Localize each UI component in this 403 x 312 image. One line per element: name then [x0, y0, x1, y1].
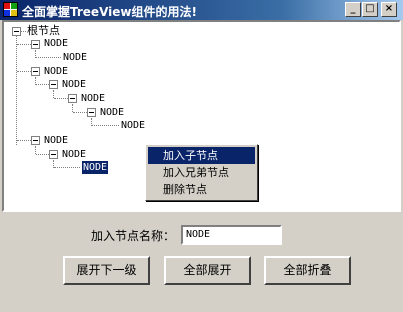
- tree-line: [36, 154, 49, 155]
- menu-item-delete-node[interactable]: 删除节点: [148, 181, 255, 198]
- tree-line: [53, 90, 54, 98]
- menu-item-add-child[interactable]: 加入子节点: [148, 147, 255, 164]
- tree-node[interactable]: NODE: [44, 65, 68, 78]
- tree-node[interactable]: NODE: [81, 92, 105, 105]
- tree-line: [17, 140, 31, 141]
- title-bar[interactable]: 全面掌握TreeView组件的用法! _ □ ×: [0, 0, 403, 20]
- tree-line: [54, 98, 68, 99]
- root-collapse-icon[interactable]: [12, 27, 21, 36]
- tree-node[interactable]: NODE: [62, 78, 86, 91]
- tree-node-selected[interactable]: NODE: [80, 160, 110, 175]
- menu-item-add-sibling[interactable]: 加入兄弟节点: [148, 164, 255, 181]
- tree-node[interactable]: NODE: [62, 148, 86, 161]
- tree-line: [17, 71, 31, 72]
- tree-line: [73, 112, 87, 113]
- window-title: 全面掌握TreeView组件的用法!: [22, 5, 197, 19]
- tree-line: [36, 57, 61, 58]
- node-name-input[interactable]: NODE: [181, 225, 282, 245]
- tree-line: [72, 104, 73, 112]
- tree-root-node[interactable]: 根节点: [27, 24, 60, 37]
- tree-line: [17, 44, 31, 45]
- node-collapse-icon[interactable]: [87, 108, 96, 117]
- app-icon: [3, 2, 18, 17]
- tree-node[interactable]: NODE: [121, 119, 145, 132]
- context-menu: 加入子节点 加入兄弟节点 删除节点: [145, 144, 258, 201]
- main-window: 全面掌握TreeView组件的用法! _ □ × 根节点 NODE NODE N…: [0, 0, 403, 312]
- tree-node[interactable]: NODE: [44, 134, 68, 147]
- expand-next-level-button[interactable]: 展开下一级: [63, 256, 150, 285]
- tree-line: [92, 125, 119, 126]
- node-collapse-icon[interactable]: [31, 136, 40, 145]
- tree-line: [35, 146, 36, 154]
- close-button[interactable]: ×: [381, 2, 397, 17]
- collapse-all-button[interactable]: 全部折叠: [264, 256, 351, 285]
- tree-node[interactable]: NODE: [100, 106, 124, 119]
- node-name-label: 加入节点名称：: [91, 229, 176, 243]
- tree-node[interactable]: NODE: [44, 37, 68, 50]
- node-collapse-icon[interactable]: [31, 67, 40, 76]
- minimize-button[interactable]: _: [345, 2, 361, 17]
- tree-node[interactable]: NODE: [63, 51, 87, 64]
- node-collapse-icon[interactable]: [49, 80, 58, 89]
- node-collapse-icon[interactable]: [49, 150, 58, 159]
- node-collapse-icon[interactable]: [68, 94, 77, 103]
- tree-line: [36, 84, 49, 85]
- maximize-button[interactable]: □: [362, 2, 378, 17]
- tree-line: [54, 167, 80, 168]
- node-collapse-icon[interactable]: [31, 40, 40, 49]
- tree-line: [21, 31, 26, 32]
- expand-all-button[interactable]: 全部展开: [164, 256, 251, 285]
- tree-view[interactable]: 根节点 NODE NODE NODE NODE NODE NODE NODE N…: [2, 20, 401, 212]
- tree-line: [16, 36, 17, 145]
